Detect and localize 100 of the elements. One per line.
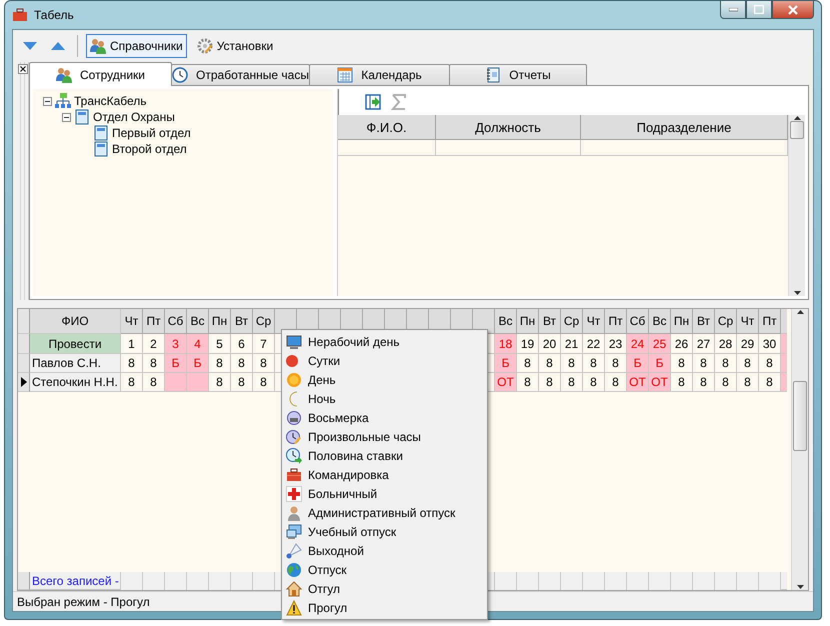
date-cell: 26 bbox=[671, 334, 693, 354]
menu-item[interactable]: Больничный bbox=[284, 484, 485, 503]
menu-item[interactable]: Учебный отпуск bbox=[284, 522, 485, 541]
hours-cell: 8 bbox=[143, 373, 165, 392]
menu-item[interactable]: Ночь bbox=[284, 389, 485, 408]
menu-item[interactable]: Половина ставки bbox=[284, 446, 485, 465]
date-cell bbox=[781, 334, 787, 354]
menu-item[interactable]: Командировка bbox=[284, 465, 485, 484]
scroll-thumb[interactable] bbox=[793, 381, 807, 452]
tree-item[interactable]: Отдел Охраны bbox=[93, 110, 175, 124]
expander-icon[interactable] bbox=[43, 96, 52, 106]
scroll-down-icon bbox=[796, 584, 804, 590]
date-cell: 21 bbox=[561, 334, 583, 354]
document-icon bbox=[93, 125, 109, 141]
hours-cell: 8 bbox=[539, 354, 561, 373]
day-header: Пн bbox=[517, 309, 539, 334]
menu-item[interactable]: Выходной bbox=[284, 541, 485, 560]
column-header[interactable]: Должность bbox=[436, 115, 581, 140]
menu-item[interactable]: День bbox=[284, 370, 485, 389]
menu-item[interactable]: Отгул bbox=[284, 579, 485, 598]
row-header[interactable] bbox=[18, 373, 30, 392]
hours-cell: Б bbox=[649, 354, 671, 373]
clock-pencil-icon bbox=[286, 428, 302, 444]
menu-item[interactable]: Нерабочий день bbox=[284, 332, 485, 351]
hours-cell: 8 bbox=[253, 373, 275, 392]
column-header[interactable]: Подразделение bbox=[581, 115, 788, 140]
close-icon bbox=[18, 64, 28, 74]
hours-cell: 8 bbox=[737, 354, 759, 373]
hours-cell: 8 bbox=[209, 354, 231, 373]
date-cell: 30 bbox=[759, 334, 781, 354]
menu-item[interactable]: Сутки bbox=[284, 351, 485, 370]
tab[interactable]: Календарь bbox=[309, 64, 450, 86]
date-cell: 5 bbox=[209, 334, 231, 354]
date-cell: 25 bbox=[649, 334, 671, 354]
scroll-down-icon bbox=[792, 290, 802, 296]
hours-cell: 8 bbox=[209, 373, 231, 392]
date-cell: 4 bbox=[187, 334, 209, 354]
date-cell: 3 bbox=[165, 334, 187, 354]
day-header: Ср bbox=[561, 309, 583, 334]
day-header: Вт bbox=[539, 309, 561, 334]
column-header[interactable]: Ф.И.О. bbox=[338, 115, 436, 140]
scrollbar[interactable] bbox=[788, 115, 805, 296]
hours-cell bbox=[187, 373, 209, 392]
menu-item[interactable]: Прогул bbox=[284, 598, 485, 617]
tab[interactable]: Отработанные часы bbox=[171, 64, 310, 86]
medical-cross-icon bbox=[286, 486, 302, 502]
day-header: Пн bbox=[671, 309, 693, 334]
sigma-icon bbox=[391, 94, 407, 110]
hours-cell: 8 bbox=[693, 354, 715, 373]
date-cell: 22 bbox=[583, 334, 605, 354]
record-count: Всего записей - bbox=[30, 572, 121, 590]
menu-item[interactable]: Административный отпуск bbox=[284, 503, 485, 522]
day-header: Ср bbox=[253, 309, 275, 334]
document-icon bbox=[74, 109, 90, 125]
maximize-button[interactable] bbox=[746, 1, 772, 19]
hours-cell: Б bbox=[627, 354, 649, 373]
hours-cell bbox=[165, 373, 187, 392]
day-header: Вт bbox=[693, 309, 715, 334]
tree-item[interactable]: Первый отдел bbox=[112, 126, 191, 140]
scrollbar[interactable] bbox=[791, 309, 808, 590]
date-cell: 2 bbox=[143, 334, 165, 354]
hours-cell: 8 bbox=[671, 354, 693, 373]
tab[interactable]: Сотрудники bbox=[29, 62, 172, 86]
menu-item[interactable]: Отпуск bbox=[284, 560, 485, 579]
expander-icon[interactable] bbox=[62, 112, 71, 122]
tree-item[interactable]: ТрансКабель bbox=[74, 94, 147, 108]
hours-cell: Б bbox=[187, 354, 209, 373]
hours-cell: 8 bbox=[737, 373, 759, 392]
date-cell: 1 bbox=[121, 334, 143, 354]
house-icon bbox=[286, 580, 302, 596]
hours-cell: 8 bbox=[605, 373, 627, 392]
hours-cell: 8 bbox=[671, 373, 693, 392]
tab[interactable]: Отчеты bbox=[449, 64, 587, 86]
day-header: Вс bbox=[649, 309, 671, 334]
day-header: Вс bbox=[187, 309, 209, 334]
people-icon bbox=[56, 66, 72, 82]
toolbar-button[interactable]: Справочники bbox=[86, 34, 187, 58]
triangle-up-icon bbox=[51, 42, 65, 50]
maximize-icon bbox=[754, 5, 764, 14]
day-header: Чт bbox=[583, 309, 605, 334]
toolbar-button[interactable]: Установки bbox=[192, 34, 278, 58]
hours-cell: 8 bbox=[539, 373, 561, 392]
date-cell: 27 bbox=[693, 334, 715, 354]
menu-item[interactable]: Произвольные часы bbox=[284, 427, 485, 446]
hours-cell: 8 bbox=[583, 373, 605, 392]
hours-cell: 8 bbox=[605, 354, 627, 373]
scroll-up-icon bbox=[796, 309, 804, 315]
network-icon bbox=[55, 93, 71, 109]
export-icon bbox=[365, 94, 381, 110]
tree-item[interactable]: Второй отдел bbox=[112, 142, 187, 156]
scroll-thumb[interactable] bbox=[790, 121, 804, 139]
hours-cell: 8 bbox=[561, 354, 583, 373]
post-button[interactable]: Провести bbox=[30, 334, 121, 354]
column-header[interactable]: ФИО bbox=[30, 309, 121, 334]
close-button[interactable] bbox=[772, 1, 814, 19]
menu-item[interactable]: Восьмерка bbox=[284, 408, 485, 427]
minimize-button[interactable] bbox=[720, 1, 746, 19]
hours-cell: 8 bbox=[759, 354, 781, 373]
document-icon bbox=[93, 141, 109, 157]
window-title: Табель bbox=[34, 8, 75, 22]
